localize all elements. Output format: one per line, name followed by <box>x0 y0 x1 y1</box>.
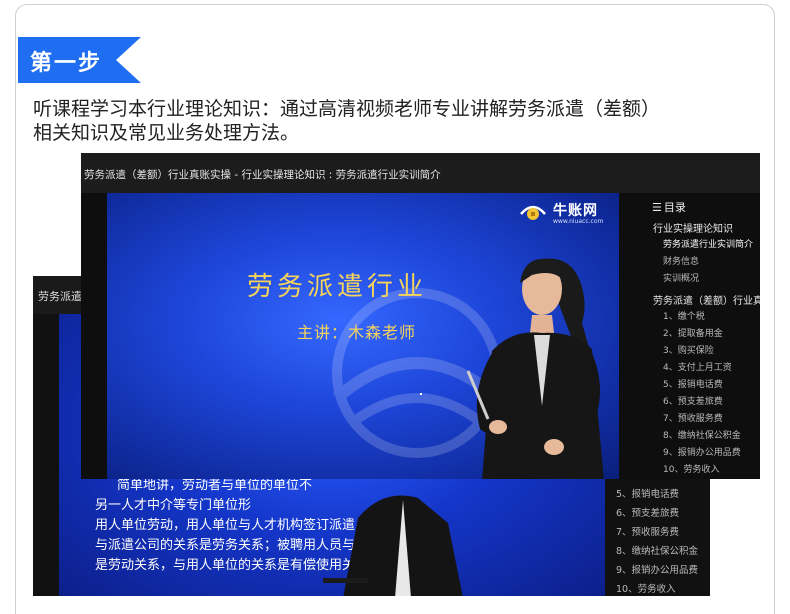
toc-section-practice[interactable]: 劳务派遣（差额）行业真 <box>653 292 760 307</box>
presenter-figure <box>466 258 604 479</box>
coin-logo-icon <box>520 205 546 220</box>
back-sidebar: 4、支付上月工资 5、报销电话费 6、预支差旅费 7、预收服务费 8、缴纳社保公… <box>610 466 710 596</box>
toc-item[interactable]: 3、购买保险 <box>663 343 714 356</box>
video-title: 劳务派遣行业 <box>247 272 428 302</box>
back-sidebar-item[interactable]: 5、报销电话费 <box>610 485 710 504</box>
toc-item[interactable]: 1、缴个税 <box>663 309 705 322</box>
step-badge: 第一步 <box>18 37 141 83</box>
logo-name: 牛账网 <box>553 203 598 219</box>
toc-item[interactable]: 9、报销办公用品费 <box>663 445 741 458</box>
back-presenter-figure <box>323 495 463 596</box>
intro-line-2: 相关知识及常见业务处理方法。 <box>33 122 300 144</box>
back-sidebar-item[interactable]: 6、预支差旅费 <box>610 504 710 523</box>
logo-url: www.niuacc.com <box>553 218 604 225</box>
toc-header[interactable]: ☰ 目录 <box>650 199 686 215</box>
back-sidebar-item[interactable]: 10、劳务收入 <box>610 580 710 596</box>
front-window-title: 劳务派遣（差额）行业真账实操 - 行业实操理论知识 : 劳务派遣行业实训简介 <box>84 169 441 181</box>
front-titlebar: 劳务派遣（差额）行业真账实操 - 行业实操理论知识 : 劳务派遣行业实训简介 <box>81 153 760 193</box>
back-sidebar-item[interactable]: 9、报销办公用品费 <box>610 561 710 580</box>
toc-item[interactable]: 8、缴纳社保公积金 <box>663 428 741 441</box>
video-player[interactable]: 牛账网 www.niuacc.com 劳务派遣行业 主讲：木森老师 <box>107 193 619 479</box>
video-dot <box>420 393 422 395</box>
toc-item[interactable]: 财务信息 <box>663 254 699 267</box>
front-screenshot: 劳务派遣（差额）行业真账实操 - 行业实操理论知识 : 劳务派遣行业实训简介 牛… <box>81 153 760 479</box>
toc-item[interactable]: 4、支付上月工资 <box>663 360 732 373</box>
course-sidebar: ☰ 目录 行业实操理论知识 劳务派遣行业实训简介 财务信息 实训概况 劳务派遣（差… <box>647 193 760 479</box>
step-label: 第一步 <box>30 51 103 76</box>
toc-item[interactable]: 6、预支差旅费 <box>663 394 723 407</box>
toc-item[interactable]: 7、预收服务费 <box>663 411 723 424</box>
back-sidebar-item[interactable]: 7、预收服务费 <box>610 523 710 542</box>
toc-label: 目录 <box>663 201 686 214</box>
back-window-title: 劳务派遣 <box>38 290 82 303</box>
intro-line-1: 听课程学习本行业理论知识：通过高清视频老师专业讲解劳务派遣（差额） <box>33 98 661 120</box>
menu-icon: ☰ <box>652 201 662 214</box>
toc-item-active[interactable]: 劳务派遣行业实训简介 <box>663 237 753 250</box>
toc-section-theory[interactable]: 行业实操理论知识 <box>653 220 733 235</box>
back-sidebar-item[interactable]: 8、缴纳社保公积金 <box>610 542 710 561</box>
video-subtitle: 主讲：木森老师 <box>297 323 417 342</box>
toc-item[interactable]: 10、劳务收入 <box>663 462 719 475</box>
toc-item[interactable]: 5、报销电话费 <box>663 377 723 390</box>
toc-item[interactable]: 2、提取备用金 <box>663 326 723 339</box>
toc-item[interactable]: 实训概况 <box>663 271 699 284</box>
intro-text: 听课程学习本行业理论知识：通过高清视频老师专业讲解劳务派遣（差额） 相关知识及常… <box>33 97 763 145</box>
